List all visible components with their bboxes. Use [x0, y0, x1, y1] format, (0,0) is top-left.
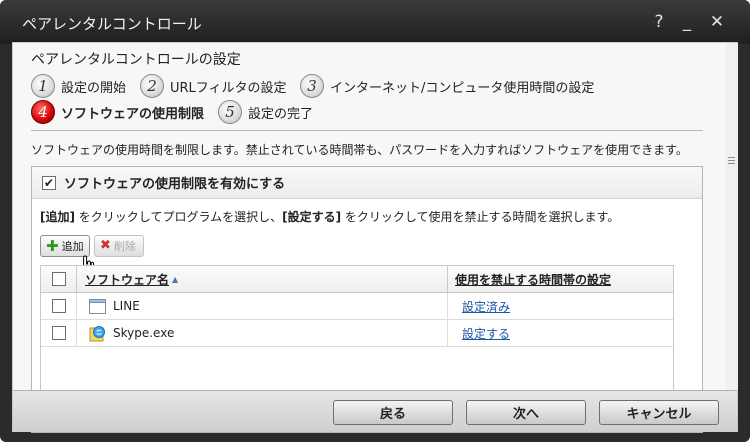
instruction-add-tag: [追加] [40, 210, 75, 224]
step-4: 4 ソフトウェアの使用制限 [31, 100, 204, 124]
step-label: ソフトウェアの使用制限 [61, 106, 205, 122]
step-label: 設定の開始 [61, 80, 127, 96]
software-name: Skype.exe [113, 326, 175, 340]
add-button-label: 追加 [61, 240, 84, 253]
dialog-window: ペアレンタルコントロール ? _ ✕ ペアレンタルコントロールの設定 1 設定の… [0, 0, 750, 442]
software-name-cell: LINE [77, 293, 448, 319]
software-name: LINE [113, 299, 140, 313]
vertical-scrollbar[interactable] [726, 43, 738, 390]
plus-icon: ✚ [46, 237, 59, 255]
step-number-badge: 1 [31, 74, 55, 98]
scroll-grip-icon [728, 157, 735, 166]
step-3: 3 インターネット/コンピュータ使用時間の設定 [300, 74, 594, 98]
step-number-badge: 4 [31, 100, 55, 124]
time-setting-link[interactable]: 設定する [462, 325, 510, 342]
sort-ascending-icon: ▲ [172, 274, 179, 284]
instruction-part1: をクリックしてプログラムを選択し、 [74, 210, 283, 224]
add-button[interactable]: ✚ 追加 [40, 235, 90, 257]
row-checkbox-cell [41, 293, 77, 319]
select-all-checkbox[interactable] [51, 272, 66, 286]
back-button[interactable]: 戻る [333, 400, 453, 425]
time-setting-link[interactable]: 設定済み [462, 298, 510, 315]
enable-restriction-row[interactable]: ✔ ソフトウェアの使用制限を有効にする [32, 167, 702, 199]
software-name-cell: Skype.exe [77, 320, 448, 346]
delete-button[interactable]: ✖ 削除 [94, 235, 144, 257]
table-row[interactable]: LINE 設定済み [41, 293, 673, 320]
step-number-badge: 5 [218, 100, 242, 124]
row-checkbox[interactable] [51, 326, 66, 340]
title-bar: ペアレンタルコントロール ? _ ✕ [0, 0, 750, 44]
enable-restriction-checkbox[interactable]: ✔ [42, 175, 56, 190]
instruction-set-tag: [設定する] [282, 210, 342, 224]
time-setting-cell: 設定済み [448, 293, 673, 319]
delete-x-icon: ✖ [100, 238, 111, 253]
step-1: 1 設定の開始 [31, 74, 126, 98]
close-button[interactable]: ✕ [705, 10, 729, 34]
content-area: ペアレンタルコントロールの設定 1 設定の開始 2 URLフィルタの設定 3 イ… [12, 42, 738, 433]
next-button[interactable]: 次へ [466, 400, 586, 425]
software-name-header[interactable]: ソフトウェア名 ▲ [77, 266, 448, 292]
page-heading: ペアレンタルコントロールの設定 [31, 52, 241, 68]
delete-button-label: 削除 [113, 240, 136, 253]
step-label: インターネット/コンピュータ使用時間の設定 [330, 80, 595, 96]
row-checkbox[interactable] [51, 299, 66, 313]
time-restriction-header-label: 使用を禁止する時間帯の設定 [455, 272, 612, 287]
step-5: 5 設定の完了 [218, 100, 313, 124]
software-name-header-label: ソフトウェア名 [85, 272, 170, 287]
instruction-part2: をクリックして使用を禁止する時間を選択します。 [341, 210, 620, 224]
time-setting-cell: 設定する [448, 320, 673, 346]
step-label: URLフィルタの設定 [170, 80, 287, 96]
skype-app-icon [89, 325, 105, 341]
divider [31, 130, 703, 131]
instruction-text: [追加] をクリックしてプログラムを選択し、[設定する] をクリックして使用を禁… [40, 208, 619, 225]
cancel-button[interactable]: キャンセル [599, 400, 719, 425]
step-label: 設定の完了 [248, 106, 314, 122]
description-text: ソフトウェアの使用時間を制限します。禁止されている時間帯も、パスワードを入力すれ… [31, 143, 688, 157]
step-number-badge: 2 [140, 74, 164, 98]
step-number-badge: 3 [300, 74, 324, 98]
window-app-icon [89, 298, 106, 314]
table-row[interactable]: Skype.exe 設定する [41, 320, 673, 347]
minimize-button[interactable]: _ [675, 10, 699, 34]
select-all-cell [41, 266, 77, 292]
enable-restriction-label: ソフトウェアの使用制限を有効にする [64, 177, 286, 192]
window-title: ペアレンタルコントロール [22, 15, 202, 33]
help-button[interactable]: ? [647, 10, 671, 34]
row-checkbox-cell [41, 320, 77, 346]
step-2: 2 URLフィルタの設定 [140, 74, 287, 98]
time-restriction-header[interactable]: 使用を禁止する時間帯の設定 [448, 266, 673, 292]
table-header: ソフトウェア名 ▲ 使用を禁止する時間帯の設定 [41, 266, 673, 293]
dialog-footer: 戻る 次へ キャンセル [13, 390, 737, 432]
